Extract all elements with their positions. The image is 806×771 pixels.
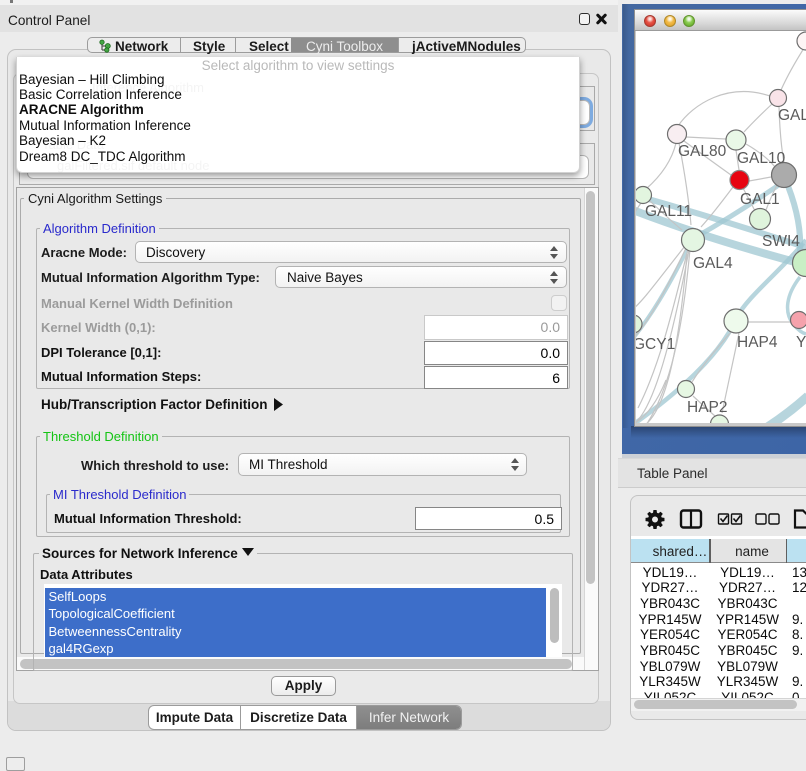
svg-text:GAL80: GAL80 (678, 143, 727, 160)
svg-text:GAL10: GAL10 (737, 150, 786, 167)
svg-text:HAP4: HAP4 (737, 334, 778, 351)
svg-text:GAL4: GAL4 (693, 255, 733, 272)
svg-text:YB: YB (796, 334, 806, 351)
svg-text:GAL2: GAL2 (778, 107, 806, 124)
svg-text:GAL1: GAL1 (740, 191, 780, 208)
svg-text:SWI4: SWI4 (762, 233, 800, 250)
svg-text:GAL11: GAL11 (645, 203, 692, 220)
svg-text:GCY1: GCY1 (636, 336, 675, 353)
svg-text:HAP2: HAP2 (687, 399, 728, 416)
